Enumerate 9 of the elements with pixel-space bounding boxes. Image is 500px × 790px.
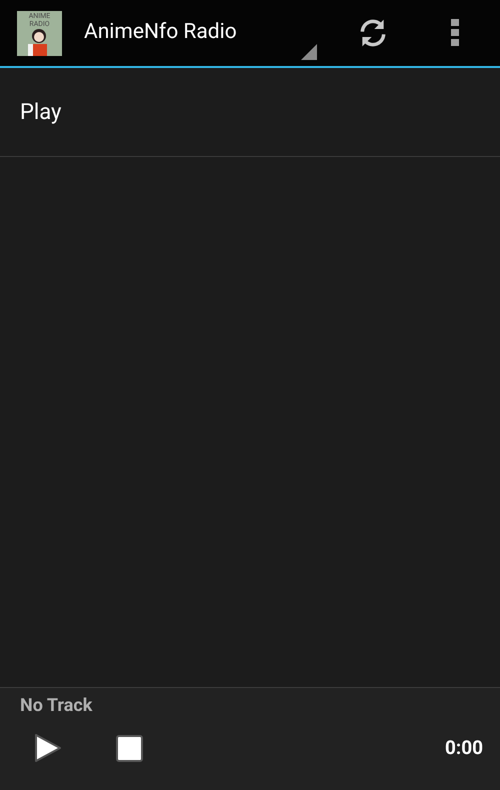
stop-button[interactable] <box>116 734 143 762</box>
dropdown-triangle-icon[interactable] <box>300 44 317 60</box>
play-button[interactable] <box>34 733 62 763</box>
elapsed-time: 0:00 <box>444 734 483 761</box>
app-title: AnimeNfo Radio <box>84 19 237 46</box>
overflow-menu-icon[interactable] <box>450 19 459 47</box>
play-icon <box>34 733 62 763</box>
track-name: No Track <box>20 694 94 718</box>
list-item[interactable]: Play <box>0 68 500 157</box>
